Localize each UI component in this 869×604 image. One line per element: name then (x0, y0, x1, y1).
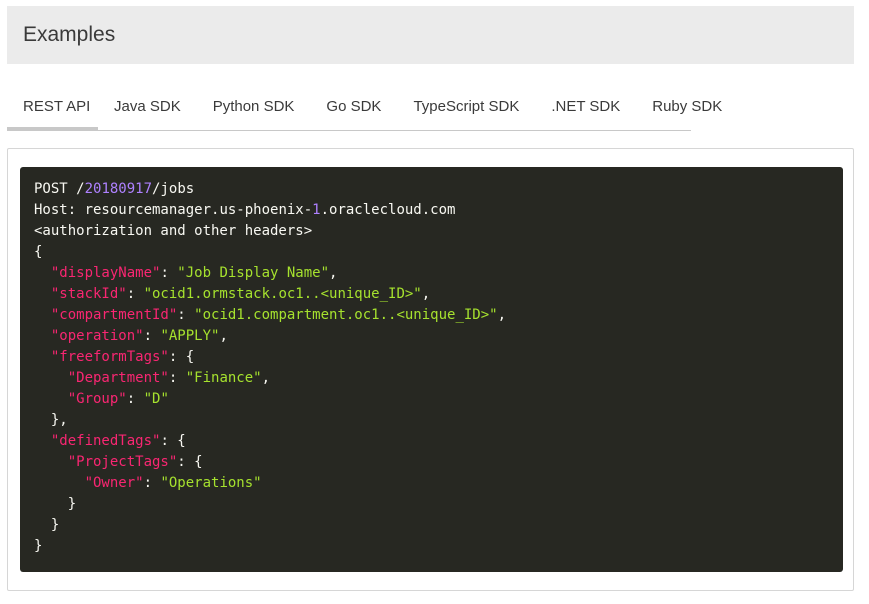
code-text: POST /20180917/jobs Host: resourcemanage… (34, 181, 507, 554)
http-method: POST (34, 181, 68, 197)
examples-title: Examples (23, 23, 116, 46)
tab-python-sdk[interactable]: Python SDK (197, 86, 311, 130)
code-block[interactable]: POST /20180917/jobs Host: resourcemanage… (20, 167, 843, 572)
tab-typescript-sdk[interactable]: TypeScript SDK (397, 86, 535, 130)
tab-ruby-sdk[interactable]: Ruby SDK (636, 86, 738, 130)
tab-go-sdk[interactable]: Go SDK (310, 86, 397, 130)
headers-note: <authorization and other headers> (34, 223, 313, 239)
tab-dotnet-sdk[interactable]: .NET SDK (535, 86, 636, 130)
sdk-tabs: REST API Java SDK Python SDK Go SDK Type… (7, 86, 722, 131)
examples-header: Examples (7, 6, 854, 64)
tab-rest-api[interactable]: REST API (7, 86, 98, 130)
api-version: 20180917 (84, 181, 153, 197)
tab-java-sdk[interactable]: Java SDK (98, 86, 197, 130)
code-card: POST /20180917/jobs Host: resourcemanage… (7, 148, 854, 591)
